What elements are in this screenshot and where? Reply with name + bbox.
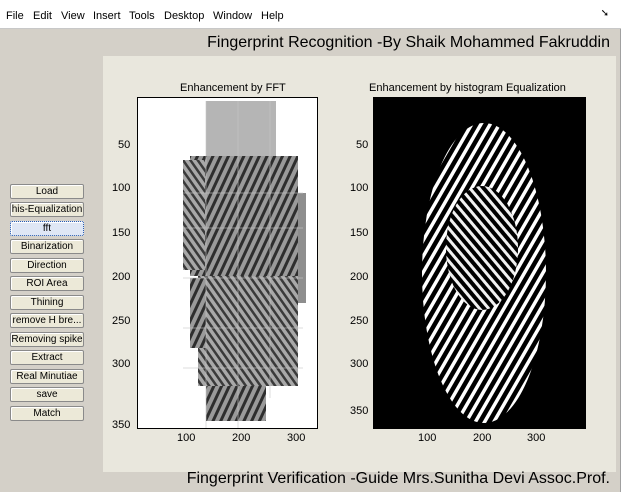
right-y-tick: 250 <box>350 315 369 327</box>
roi-area-button[interactable]: ROI Area <box>10 276 84 291</box>
dock-arrow-icon[interactable]: ➘ <box>601 8 609 19</box>
histogram-equalized-fingerprint-image <box>422 123 546 423</box>
figure-window: File Edit View Insert Tools Desktop Wind… <box>0 0 621 492</box>
binarization-button[interactable]: Binarization <box>10 239 84 254</box>
header-title: Fingerprint Recognition -By Shaik Mohamm… <box>207 34 610 51</box>
direction-button[interactable]: Direction <box>10 258 84 273</box>
left-y-tick: 200 <box>112 271 131 283</box>
left-y-tick: 150 <box>112 227 131 239</box>
real-minutiae-button[interactable]: Real Minutiae <box>10 369 84 384</box>
thining-button[interactable]: Thining <box>10 295 84 310</box>
left-y-tick: 300 <box>112 358 131 370</box>
extract-button[interactable]: Extract <box>10 350 84 365</box>
fft-enhanced-fingerprint-image <box>183 101 306 428</box>
menu-help[interactable]: Help <box>261 10 284 22</box>
menu-insert[interactable]: Insert <box>93 10 121 22</box>
right-y-tick: 300 <box>350 358 369 370</box>
right-x-tick: 100 <box>418 432 437 444</box>
menu-file[interactable]: File <box>6 10 24 22</box>
right-y-tick: 350 <box>350 405 369 417</box>
left-axes-image <box>137 97 318 429</box>
fft-button[interactable]: fft <box>10 221 84 236</box>
left-axes-title: Enhancement by FFT <box>180 82 286 94</box>
menu-window[interactable]: Window <box>213 10 252 22</box>
menu-bar: File Edit View Insert Tools Desktop Wind… <box>0 0 621 29</box>
menu-view[interactable]: View <box>61 10 85 22</box>
left-y-tick: 100 <box>112 182 131 194</box>
his-equalization-button[interactable]: his-Equalization <box>10 202 84 217</box>
right-axes-image <box>373 97 586 429</box>
left-x-tick: 100 <box>177 432 196 444</box>
right-x-tick: 300 <box>527 432 546 444</box>
match-button[interactable]: Match <box>10 406 84 421</box>
left-y-tick: 350 <box>112 419 131 431</box>
right-y-tick: 150 <box>350 227 369 239</box>
menu-edit[interactable]: Edit <box>33 10 52 22</box>
right-axes-title: Enhancement by histogram Equalization <box>369 82 566 94</box>
removing-spike-button[interactable]: Removing spike <box>10 332 84 347</box>
save-button[interactable]: save <box>10 387 84 402</box>
right-y-tick: 50 <box>356 139 369 151</box>
left-y-tick: 250 <box>112 315 131 327</box>
right-x-tick: 200 <box>473 432 492 444</box>
left-x-tick: 200 <box>232 432 251 444</box>
menu-tools[interactable]: Tools <box>129 10 155 22</box>
load-button[interactable]: Load <box>10 184 84 199</box>
left-x-tick: 300 <box>287 432 306 444</box>
left-y-tick: 50 <box>118 139 131 151</box>
footer-title: Fingerprint Verification -Guide Mrs.Suni… <box>186 470 610 487</box>
menu-desktop[interactable]: Desktop <box>164 10 204 22</box>
right-y-tick: 100 <box>350 182 369 194</box>
right-y-tick: 200 <box>350 271 369 283</box>
remove-h-break-button[interactable]: remove H bre... <box>10 313 84 328</box>
